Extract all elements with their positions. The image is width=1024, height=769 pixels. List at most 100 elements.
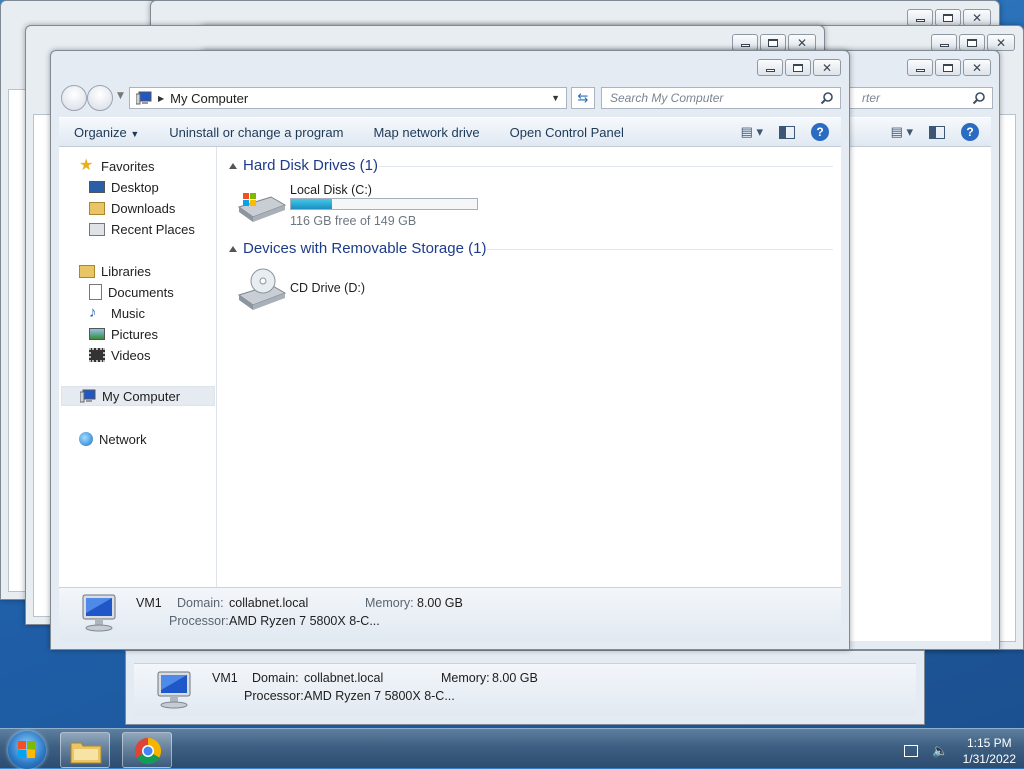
- open-control-panel-button[interactable]: Open Control Panel: [495, 125, 639, 140]
- search-icon: [972, 92, 985, 105]
- maximize-button[interactable]: [785, 59, 811, 76]
- maximize-button[interactable]: [959, 34, 985, 51]
- memory-value: 8.00 GB: [492, 671, 538, 685]
- recent-pages-icon[interactable]: ▼: [117, 91, 124, 101]
- taskbar-explorer-button[interactable]: [60, 732, 110, 768]
- address-bar[interactable]: ▶ My Computer ▼: [129, 87, 567, 109]
- drive-c-label: Local Disk (C:): [290, 183, 372, 197]
- map-network-drive-button[interactable]: Map network drive: [358, 125, 494, 140]
- minimize-button[interactable]: [931, 34, 957, 51]
- close-button[interactable]: ✕: [813, 59, 841, 76]
- star-icon: ★: [79, 157, 94, 174]
- nav-label: Pictures: [111, 326, 158, 342]
- computer-name: VM1: [136, 596, 162, 610]
- nav-label: Favorites: [101, 158, 155, 174]
- computer-icon: [82, 594, 116, 632]
- search-placeholder: Search My Computer: [610, 91, 724, 105]
- folder-icon: [70, 742, 102, 764]
- windows-logo-icon: [18, 741, 35, 758]
- network-status-icon[interactable]: [904, 745, 919, 757]
- address-path[interactable]: My Computer: [170, 91, 248, 106]
- system-tray: 🔈 1:15 PM 1/31/2022: [904, 735, 1016, 767]
- group-header-removable[interactable]: Devices with Removable Storage (1): [229, 240, 486, 257]
- drive-d[interactable]: CD Drive (D:): [229, 265, 429, 315]
- nav-libraries[interactable]: Libraries: [79, 261, 151, 281]
- volume-icon[interactable]: 🔈: [932, 743, 948, 759]
- nav-label: Downloads: [111, 200, 176, 216]
- processor-value: AMD Ryzen 7 5800X 8-C...: [229, 614, 380, 628]
- collapse-icon[interactable]: [229, 245, 237, 252]
- nav-pictures[interactable]: Pictures: [89, 324, 158, 344]
- computer-small-icon: [136, 91, 152, 105]
- forward-button[interactable]: [87, 85, 113, 111]
- nav-desktop[interactable]: Desktop: [89, 177, 159, 197]
- nav-label: My Computer: [102, 388, 181, 404]
- start-button[interactable]: [8, 731, 46, 769]
- nav-documents[interactable]: Documents: [89, 282, 174, 302]
- nav-my-computer[interactable]: My Computer: [61, 386, 215, 406]
- nav-network[interactable]: Network: [79, 429, 147, 449]
- help-icon[interactable]: ?: [961, 123, 979, 141]
- close-button[interactable]: ✕: [963, 59, 991, 76]
- nav-label: Documents: [108, 284, 174, 300]
- help-icon[interactable]: ?: [811, 123, 829, 141]
- nav-music[interactable]: ♪ Music: [89, 303, 145, 323]
- maximize-button[interactable]: [760, 34, 786, 51]
- address-dropdown-icon[interactable]: ▼: [551, 93, 560, 103]
- drive-c[interactable]: Local Disk (C:) 116 GB free of 149 GB: [229, 181, 479, 231]
- minimize-button[interactable]: [732, 34, 758, 51]
- maximize-button[interactable]: [935, 59, 961, 76]
- processor-label: Processor:: [244, 689, 304, 703]
- search-text-fragment: rter: [862, 91, 880, 105]
- nav-videos[interactable]: Videos: [89, 345, 151, 365]
- address-row: ▼ ▶ My Computer ▼ ⇆ Search My Computer: [59, 85, 841, 111]
- minimize-button[interactable]: [757, 59, 783, 76]
- computer-name: VM1: [212, 671, 238, 685]
- breadcrumb-separator-icon[interactable]: ▶: [158, 94, 164, 103]
- domain-label: Domain:: [177, 596, 224, 610]
- collapse-icon[interactable]: [229, 162, 237, 169]
- uninstall-program-button[interactable]: Uninstall or change a program: [154, 125, 358, 140]
- back-button[interactable]: [61, 85, 87, 111]
- details-pane: VM1 Domain: collabnet.local Memory: 8.00…: [59, 587, 841, 641]
- clock-time: 1:15 PM: [966, 736, 1012, 750]
- view-options-icon[interactable]: ▤ ▾: [741, 124, 763, 140]
- memory-label: Memory:: [365, 596, 414, 610]
- search-input[interactable]: Search My Computer: [601, 87, 841, 109]
- network-icon: [79, 432, 93, 446]
- minimize-button[interactable]: [907, 59, 933, 76]
- group-title: Devices with Removable Storage (1): [243, 240, 487, 257]
- close-button[interactable]: ✕: [788, 34, 816, 51]
- explorer-window: ✕ ▼ ▶ My Computer ▼ ⇆ Search My Computer…: [50, 50, 850, 650]
- memory-label: Memory:: [441, 671, 490, 685]
- music-icon: ♪: [89, 304, 97, 321]
- organize-menu[interactable]: Organize ▼: [59, 125, 154, 140]
- toolbar-icons: ▤ ▾ ?: [741, 123, 829, 141]
- window-controls: ✕: [757, 59, 841, 76]
- preview-pane-icon[interactable]: [779, 125, 795, 139]
- chrome-icon: [134, 737, 162, 765]
- documents-icon: [89, 284, 102, 300]
- toolbar-icons: ▤ ▾ ?: [891, 123, 979, 141]
- clock-date: 1/31/2022: [962, 752, 1016, 766]
- group-header-hard-disks[interactable]: Hard Disk Drives (1): [229, 157, 378, 174]
- refresh-button[interactable]: ⇆: [571, 87, 595, 109]
- close-button[interactable]: ✕: [963, 9, 991, 26]
- maximize-button[interactable]: [935, 9, 961, 26]
- clock[interactable]: 1:15 PM 1/31/2022: [963, 735, 1016, 767]
- close-button[interactable]: ✕: [987, 34, 1015, 51]
- background-details-pane: VM1 Domain: collabnet.local Memory: 8.00…: [125, 650, 925, 725]
- drive-c-usage-bar: [290, 198, 478, 210]
- nav-downloads[interactable]: Downloads: [89, 198, 175, 218]
- nav-recent-places[interactable]: Recent Places: [89, 219, 195, 239]
- minimize-button[interactable]: [907, 9, 933, 26]
- content-area: ★ Favorites Desktop Downloads Recent Pla…: [59, 147, 841, 587]
- domain-label: Domain:: [252, 671, 299, 685]
- domain-value: collabnet.local: [304, 671, 384, 685]
- view-options-icon[interactable]: ▤ ▾: [891, 124, 913, 140]
- preview-pane-icon[interactable]: [929, 125, 945, 139]
- downloads-folder-icon: [89, 201, 105, 215]
- taskbar-chrome-button[interactable]: [122, 732, 172, 768]
- nav-label: Recent Places: [111, 221, 195, 237]
- nav-favorites[interactable]: ★ Favorites: [79, 156, 154, 176]
